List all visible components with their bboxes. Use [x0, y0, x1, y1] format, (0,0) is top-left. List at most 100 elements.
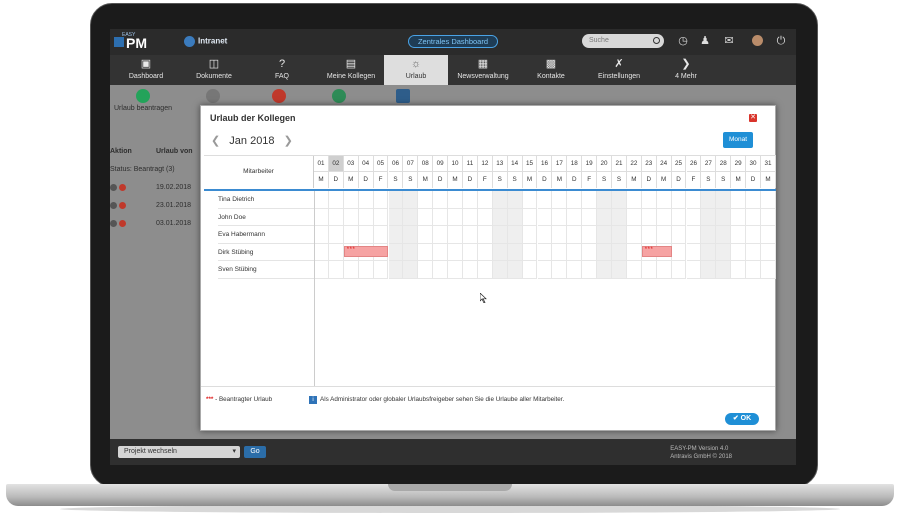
day-cell[interactable] — [522, 208, 538, 226]
day-cell[interactable] — [761, 243, 776, 261]
day-cell[interactable] — [314, 261, 329, 279]
day-cell[interactable] — [507, 226, 523, 244]
day-cell[interactable] — [626, 261, 642, 279]
delete-icon[interactable] — [119, 201, 126, 209]
day-cell[interactable] — [343, 208, 359, 226]
day-cell[interactable] — [388, 243, 404, 261]
nav-item-mehr[interactable]: ❯ 4 Mehr — [666, 55, 706, 85]
day-cell[interactable] — [522, 261, 538, 279]
day-cell[interactable] — [403, 261, 419, 279]
day-cell[interactable] — [746, 226, 761, 244]
day-cell[interactable] — [388, 226, 404, 244]
delete-icon[interactable] — [119, 219, 126, 227]
day-cell[interactable] — [597, 243, 612, 261]
day-cell[interactable] — [567, 208, 583, 226]
nav-item-faq[interactable]: ? FAQ — [254, 55, 310, 85]
day-cell[interactable] — [477, 208, 493, 226]
day-cell[interactable] — [731, 208, 747, 226]
day-cell[interactable] — [358, 208, 374, 226]
day-cell[interactable] — [671, 208, 687, 226]
day-cell[interactable] — [731, 226, 747, 244]
day-cell[interactable] — [448, 191, 463, 209]
day-cell[interactable] — [463, 226, 478, 244]
day-cell[interactable] — [358, 191, 374, 209]
nav-item-newsverwaltung[interactable]: ▦ Newsverwaltung — [450, 55, 516, 85]
day-cell[interactable] — [433, 208, 449, 226]
prev-month-icon[interactable]: ❮ — [211, 135, 220, 147]
day-cell[interactable] — [492, 226, 508, 244]
users-icon[interactable]: ♟ — [698, 35, 712, 47]
app-logo[interactable]: EASY PM — [112, 32, 150, 52]
day-cell[interactable] — [686, 191, 702, 209]
day-cell[interactable] — [328, 191, 344, 209]
day-cell[interactable] — [656, 191, 672, 209]
vacation-request-bar[interactable]: *** — [343, 245, 389, 257]
day-cell[interactable] — [477, 261, 493, 279]
day-cell[interactable] — [641, 191, 657, 209]
day-cell[interactable] — [612, 191, 627, 209]
day-cell[interactable] — [507, 261, 523, 279]
table-row[interactable]: 23.01.2018 — [110, 197, 210, 215]
day-cell[interactable] — [746, 243, 761, 261]
day-cell[interactable] — [492, 191, 508, 209]
day-cell[interactable] — [671, 243, 687, 261]
day-cell[interactable] — [582, 191, 598, 209]
day-cell[interactable] — [701, 261, 717, 279]
nav-item-dokumente[interactable]: ◫ Dokumente — [186, 55, 242, 85]
day-cell[interactable] — [701, 191, 717, 209]
day-cell[interactable] — [612, 208, 627, 226]
day-cell[interactable] — [492, 208, 508, 226]
day-cell[interactable] — [686, 208, 702, 226]
day-cell[interactable] — [463, 261, 478, 279]
ok-button[interactable]: ✔ OK — [725, 413, 759, 425]
day-cell[interactable] — [716, 243, 732, 261]
day-cell[interactable] — [761, 208, 776, 226]
day-cell[interactable] — [582, 208, 598, 226]
day-cell[interactable] — [671, 261, 687, 279]
day-cell[interactable] — [537, 208, 553, 226]
central-dashboard-button[interactable]: Zentrales Dashboard — [408, 35, 498, 48]
day-cell[interactable] — [612, 226, 627, 244]
day-cell[interactable] — [552, 208, 568, 226]
day-cell[interactable] — [522, 191, 538, 209]
day-cell[interactable] — [537, 226, 553, 244]
table-row[interactable]: 19.02.2018 — [110, 179, 210, 197]
day-cell[interactable] — [343, 226, 359, 244]
day-cell[interactable] — [328, 261, 344, 279]
delete-icon[interactable] — [119, 183, 126, 191]
day-cell[interactable] — [358, 261, 374, 279]
nav-item-kontakte[interactable]: ▩ Kontakte — [524, 55, 578, 85]
vacation-request-bar[interactable]: *** — [641, 245, 672, 257]
day-cell[interactable] — [507, 191, 523, 209]
day-cell[interactable] — [373, 191, 389, 209]
day-cell[interactable] — [507, 243, 523, 261]
day-cell[interactable] — [641, 226, 657, 244]
day-cell[interactable] — [716, 261, 732, 279]
nav-item-urlaub[interactable]: ☼ Urlaub — [384, 55, 448, 85]
day-cell[interactable] — [418, 226, 434, 244]
day-cell[interactable] — [641, 261, 657, 279]
day-cell[interactable] — [433, 226, 449, 244]
day-cell[interactable] — [328, 243, 344, 261]
day-cell[interactable] — [686, 261, 702, 279]
day-cell[interactable] — [418, 243, 434, 261]
day-cell[interactable] — [612, 243, 627, 261]
day-cell[interactable] — [626, 208, 642, 226]
day-cell[interactable] — [463, 243, 478, 261]
day-cell[interactable] — [507, 208, 523, 226]
avatar[interactable] — [748, 35, 766, 47]
day-cell[interactable] — [388, 208, 404, 226]
day-cell[interactable] — [626, 226, 642, 244]
day-cell[interactable] — [582, 243, 598, 261]
day-cell[interactable] — [373, 226, 389, 244]
day-cell[interactable] — [552, 191, 568, 209]
day-cell[interactable] — [418, 261, 434, 279]
table-row[interactable]: 03.01.2018 — [110, 215, 210, 233]
day-cell[interactable] — [716, 226, 732, 244]
nav-item-meine-kollegen[interactable]: ▤ Meine Kollegen — [318, 55, 384, 85]
day-cell[interactable] — [537, 261, 553, 279]
day-cell[interactable] — [686, 226, 702, 244]
settings-tool-button[interactable] — [206, 89, 220, 105]
day-cell[interactable] — [597, 191, 612, 209]
day-cell[interactable] — [477, 191, 493, 209]
